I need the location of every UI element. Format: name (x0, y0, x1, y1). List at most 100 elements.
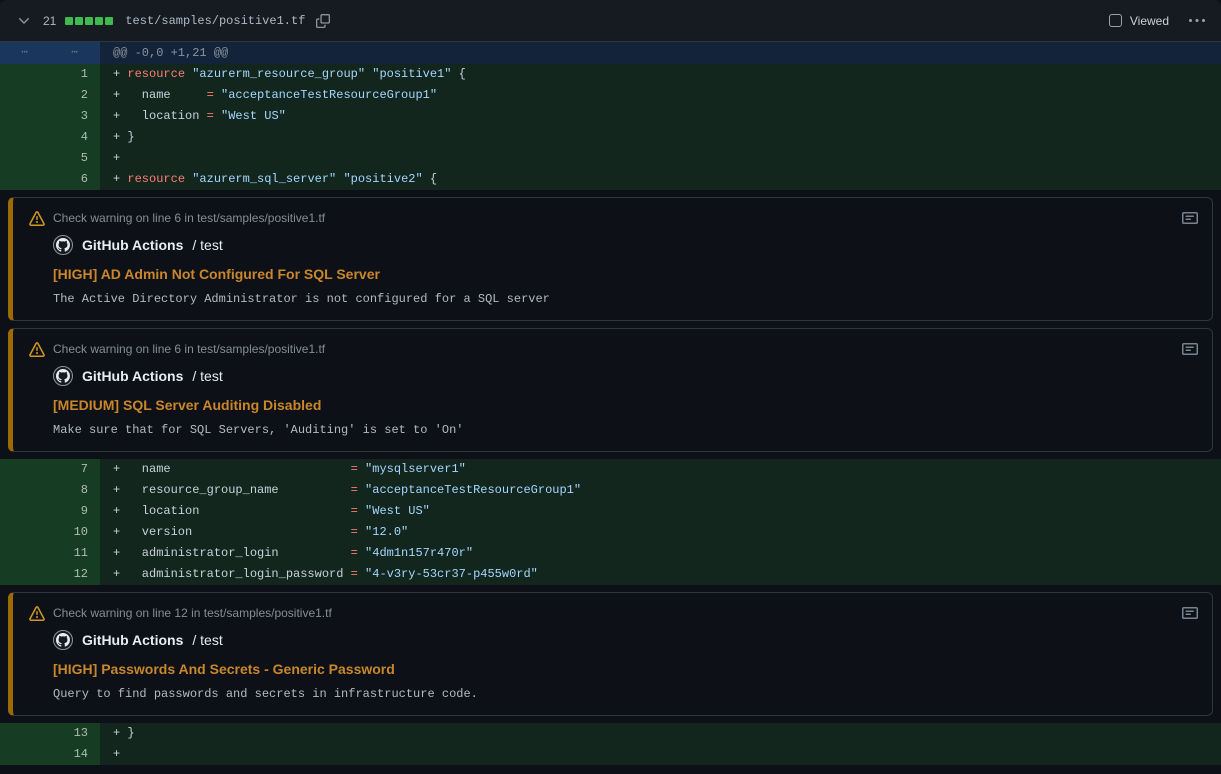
warning-icon (29, 606, 45, 622)
annotation-note-button[interactable] (1182, 341, 1198, 357)
line-code: + (100, 148, 1221, 169)
annotations-group: Check warning on line 6 in test/samples/… (0, 190, 1221, 459)
line-code: + } (100, 127, 1221, 148)
code-segment: resource (127, 172, 185, 186)
code-segment (358, 462, 365, 476)
line-code: + name = "acceptanceTestResourceGroup1" (100, 85, 1221, 106)
line-number[interactable]: 7 (0, 459, 100, 480)
code-segment: + (113, 172, 127, 186)
code-segment (358, 525, 365, 539)
line-number[interactable]: 11 (0, 543, 100, 564)
annotation-note-icon (1182, 605, 1198, 621)
code-segment: + (113, 151, 120, 165)
github-avatar-icon (56, 633, 70, 647)
code-segment: { (451, 67, 465, 81)
line-number[interactable]: 13 (0, 723, 100, 744)
code-segment (358, 504, 365, 518)
line-number[interactable]: 4 (0, 127, 100, 148)
code-segment (358, 546, 365, 560)
diffstat (65, 17, 113, 25)
annotation-title: [MEDIUM] SQL Server Auditing Disabled (53, 397, 1198, 413)
annotation-app-name: GitHub Actions (82, 237, 183, 253)
github-avatar (53, 235, 73, 255)
hunk-header-row: ⋯⋯@@ -0,0 +1,21 @@ (0, 42, 1221, 64)
annotation-note-button[interactable] (1182, 605, 1198, 621)
line-code: + administrator_login = "4dm1n157r470r" (100, 543, 1221, 564)
line-number[interactable]: 10 (0, 522, 100, 543)
annotation-body: Check warning on line 6 in test/samples/… (13, 329, 1212, 451)
diff-line: 1+ resource "azurerm_resource_group" "po… (0, 64, 1221, 85)
code-segment: "4dm1n157r470r" (365, 546, 473, 560)
code-segment: + administrator_login_password (113, 567, 351, 581)
line-number[interactable]: 9 (0, 501, 100, 522)
diffstat-block (95, 17, 103, 25)
viewed-label: Viewed (1130, 14, 1169, 28)
file-options-button[interactable] (1187, 11, 1207, 31)
line-number[interactable]: 14 (0, 744, 100, 765)
diffstat-block (85, 17, 93, 25)
annotation-source: GitHub Actions/ test (53, 366, 1198, 386)
code-segment: { (423, 172, 437, 186)
code-segment: = (351, 525, 358, 539)
annotation-description: Query to find passwords and secrets in i… (53, 687, 1198, 701)
diff-line: 7+ name = "mysqlserver1" (0, 459, 1221, 480)
viewed-checkbox[interactable] (1109, 14, 1122, 27)
line-number[interactable]: 8 (0, 480, 100, 501)
collapse-file-button[interactable] (14, 11, 34, 31)
diff-content: ⋯⋯@@ -0,0 +1,21 @@1+ resource "azurerm_r… (0, 42, 1221, 765)
line-number[interactable]: 5 (0, 148, 100, 169)
line-number[interactable]: 6 (0, 169, 100, 190)
line-number[interactable]: 12 (0, 564, 100, 585)
line-code: + resource "azurerm_sql_server" "positiv… (100, 169, 1221, 190)
code-segment: + (113, 747, 120, 761)
code-segment: resource (127, 67, 185, 81)
annotation-header-text: Check warning on line 12 in test/samples… (53, 605, 1174, 621)
annotation-header: Check warning on line 12 in test/samples… (29, 605, 1198, 622)
diffstat-block (65, 17, 73, 25)
check-annotation: Check warning on line 6 in test/samples/… (8, 328, 1213, 452)
annotation-header-text: Check warning on line 6 in test/samples/… (53, 341, 1174, 357)
code-segment: = (351, 483, 358, 497)
code-segment: "positive1" (372, 67, 451, 81)
diff-line: 3+ location = "West US" (0, 106, 1221, 127)
file-header-left: 21 test/samples/positive1.tf (14, 11, 332, 31)
diff-line: 11+ administrator_login = "4dm1n157r470r… (0, 543, 1221, 564)
diff-line: 8+ resource_group_name = "acceptanceTest… (0, 480, 1221, 501)
code-segment: = (351, 504, 358, 518)
diff-line: 10+ version = "12.0" (0, 522, 1221, 543)
code-segment: + location (113, 504, 351, 518)
code-segment: = (207, 109, 214, 123)
viewed-toggle[interactable]: Viewed (1109, 14, 1169, 28)
annotation-job-name: / test (192, 632, 222, 648)
annotation-source: GitHub Actions/ test (53, 235, 1198, 255)
code-segment: "acceptanceTestResourceGroup1" (221, 88, 437, 102)
code-segment: = (207, 88, 214, 102)
check-annotation: Check warning on line 6 in test/samples/… (8, 197, 1213, 321)
diff-line: 13 + } (0, 723, 1221, 744)
line-number[interactable]: 2 (0, 85, 100, 106)
code-segment (358, 483, 365, 497)
diff-line: 5+ (0, 148, 1221, 169)
kebab-icon (1189, 13, 1205, 29)
diff-line: 6+ resource "azurerm_sql_server" "positi… (0, 169, 1221, 190)
code-segment (358, 567, 365, 581)
copy-path-button[interactable] (314, 12, 332, 30)
line-number[interactable]: 1 (0, 64, 100, 85)
hunk-text: @@ -0,0 +1,21 @@ (100, 42, 1221, 64)
annotation-body: Check warning on line 12 in test/samples… (13, 593, 1212, 715)
check-annotation: Check warning on line 12 in test/samples… (8, 592, 1213, 716)
code-segment: "12.0" (365, 525, 408, 539)
diff-line: 2+ name = "acceptanceTestResourceGroup1" (0, 85, 1221, 106)
line-code: + administrator_login_password = "4-v3ry… (100, 564, 1221, 585)
code-segment: = (351, 462, 358, 476)
copy-icon (316, 14, 330, 28)
file-header: 21 test/samples/positive1.tf Viewed (0, 0, 1221, 42)
annotation-note-icon (1182, 210, 1198, 226)
annotation-title: [HIGH] AD Admin Not Configured For SQL S… (53, 266, 1198, 282)
annotation-note-button[interactable] (1182, 210, 1198, 226)
line-number[interactable]: 3 (0, 106, 100, 127)
annotations-group: Check warning on line 12 in test/samples… (0, 585, 1221, 723)
line-code: + location = "West US" (100, 106, 1221, 127)
warning-icon (29, 211, 45, 227)
code-segment: + } (113, 726, 135, 740)
